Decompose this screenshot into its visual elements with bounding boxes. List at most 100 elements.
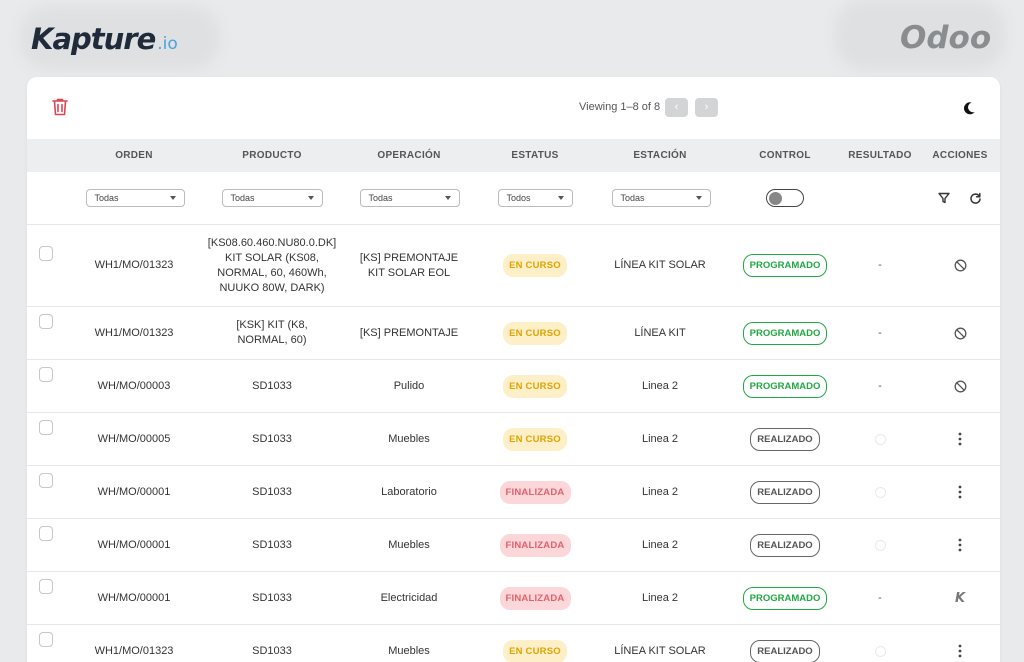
ban-icon [954, 259, 966, 272]
estacion-cell: LÍNEA KIT [634, 326, 686, 339]
chevron-down-icon [169, 196, 176, 200]
table-row[interactable]: WH/MO/00001 SD1033 Laboratorio Linea 2 FINAL… [27, 466, 1000, 519]
resultado-value: - [878, 379, 882, 392]
producto-cell: [KS08.60.460.NU80.0.DK] KIT SOLAR (KS08,… [207, 236, 337, 294]
operacion-cell: Muebles [388, 432, 430, 445]
pagination-summary: Viewing 1–8 of 8 [579, 101, 661, 113]
row-menu-button[interactable] [958, 485, 962, 499]
producto-cell: SD1033 [252, 432, 292, 445]
control-filter-toggle[interactable] [766, 189, 804, 207]
refresh-icon [969, 192, 981, 204]
operacion-filter-select[interactable]: Todas [359, 189, 460, 207]
orden-cell: WH/MO/00001 [97, 538, 171, 551]
table-row[interactable]: WH1/MO/01323 [KSK] KIT (K8, NORMAL, 60) [K… [27, 307, 1000, 360]
estatus-filter-select[interactable]: Todos [497, 189, 573, 207]
resultado-placeholder-icon [874, 539, 886, 551]
row-menu-button[interactable] [958, 432, 962, 446]
row-select-checkbox[interactable] [39, 578, 53, 594]
kapture-action-button[interactable]: K [955, 591, 965, 606]
operacion-cell: Laboratorio [381, 485, 437, 498]
kebab-icon [958, 644, 962, 658]
column-header-control[interactable]: CONTROL [735, 139, 835, 172]
orden-cell: WH/MO/00005 [97, 432, 171, 445]
resultado-placeholder-icon [874, 645, 886, 657]
orden-filter-select[interactable]: Todas [85, 189, 185, 207]
operacion-cell: [KS] PREMONTAJE [359, 326, 459, 339]
dark-mode-toggle[interactable] [961, 100, 977, 116]
table-row[interactable]: WH/MO/00001 SD1033 Electricidad Linea 2 FINA… [27, 572, 1000, 625]
cancel-action-button[interactable] [954, 380, 967, 393]
kebab-icon [958, 485, 962, 499]
orden-cell: WH/MO/00001 [97, 591, 171, 604]
refresh-button[interactable] [969, 192, 982, 205]
orden-cell: WH1/MO/01323 [94, 644, 174, 657]
toggle-knob [769, 191, 782, 205]
trash-icon [52, 98, 68, 116]
cancel-action-button[interactable] [954, 259, 967, 272]
table-row[interactable]: WH1/MO/01323 SD1033 Muebles LÍNEA KIT SOLAR… [27, 625, 1000, 662]
producto-filter-select[interactable]: Todas [221, 189, 323, 207]
column-header-operacion[interactable]: OPERACIÓN [349, 139, 469, 172]
control-badge: REALIZADO [750, 533, 820, 557]
estacion-cell: Linea 2 [641, 591, 679, 604]
resultado-value: - [878, 326, 882, 339]
status-badge: EN CURSO [503, 427, 567, 451]
control-badge: PROGRAMADO [742, 254, 828, 277]
producto-cell: SD1033 [252, 644, 292, 657]
producto-cell: SD1033 [252, 538, 292, 551]
row-menu-button[interactable] [958, 538, 962, 552]
status-badge: FINALIZADA [499, 533, 571, 557]
estacion-cell: LÍNEA KIT SOLAR [614, 259, 706, 271]
next-page-button[interactable]: › [695, 98, 718, 117]
row-select-checkbox[interactable] [39, 472, 53, 488]
chevron-down-icon [695, 196, 702, 200]
status-badge: EN CURSO [503, 639, 567, 662]
row-select-checkbox[interactable] [39, 366, 53, 382]
ban-icon [954, 327, 966, 339]
row-select-checkbox[interactable] [39, 419, 53, 435]
status-badge: EN CURSO [503, 254, 567, 277]
funnel-icon [938, 192, 950, 204]
moon-icon [963, 102, 975, 115]
work-order-table-body: WH1/MO/01323 [KS08.60.460.NU80.0.DK] KIT … [27, 225, 1000, 662]
table-row[interactable]: WH/MO/00001 SD1033 Muebles Linea 2 FINALIZAD… [27, 519, 1000, 572]
row-select-checkbox[interactable] [39, 631, 53, 647]
estacion-filter-select[interactable]: Todas [611, 189, 711, 207]
control-badge: PROGRAMADO [742, 586, 828, 610]
producto-cell: [KSK] KIT (K8, NORMAL, 60) [236, 319, 308, 346]
row-select-checkbox[interactable] [39, 525, 53, 541]
kebab-icon [958, 432, 962, 446]
orden-cell: WH/MO/00003 [97, 379, 171, 392]
row-select-checkbox[interactable] [39, 246, 53, 261]
column-header-orden[interactable]: ORDEN [89, 139, 179, 172]
column-header-estacion[interactable]: ESTACIÓN [605, 139, 715, 172]
orden-cell: WH/MO/00001 [97, 485, 171, 498]
control-badge: PROGRAMADO [742, 374, 828, 398]
table-header: ORDEN PRODUCTO OPERACIÓN ESTATUS ESTACIÓ… [27, 139, 1000, 172]
column-header-producto[interactable]: PRODUCTO [211, 139, 333, 172]
status-badge: FINALIZADA [499, 480, 571, 504]
producto-cell: SD1033 [252, 485, 292, 498]
chevron-down-icon [557, 196, 564, 200]
estacion-cell: Linea 2 [641, 432, 679, 445]
filter-button[interactable] [938, 192, 950, 204]
chevron-down-icon [307, 196, 314, 200]
delete-button[interactable] [51, 97, 71, 119]
control-badge: REALIZADO [750, 427, 820, 451]
chevron-down-icon [444, 196, 451, 200]
ban-icon [954, 380, 966, 392]
work-orders-panel: Viewing 1–8 of 8 ‹ › ORDEN PRODUCTO OPER… [27, 77, 1000, 662]
cancel-action-button[interactable] [954, 327, 967, 340]
table-row[interactable]: WH/MO/00003 SD1033 Pulido Linea 2 EN CURSO PR… [27, 360, 1000, 413]
kapture-k-icon: K [954, 590, 966, 606]
table-row[interactable]: WH1/MO/01323 [KS08.60.460.NU80.0.DK] KIT … [27, 225, 1000, 307]
producto-cell: SD1033 [252, 591, 292, 604]
orden-cell: WH1/MO/01323 [94, 259, 174, 271]
column-header-estatus[interactable]: ESTATUS [485, 139, 585, 172]
row-select-checkbox[interactable] [39, 313, 53, 329]
table-row[interactable]: WH/MO/00005 SD1033 Muebles Linea 2 EN CURSO R… [27, 413, 1000, 466]
row-menu-button[interactable] [958, 644, 962, 658]
control-badge: REALIZADO [750, 480, 820, 504]
previous-page-button[interactable]: ‹ [665, 98, 688, 117]
control-badge: PROGRAMADO [742, 321, 828, 345]
